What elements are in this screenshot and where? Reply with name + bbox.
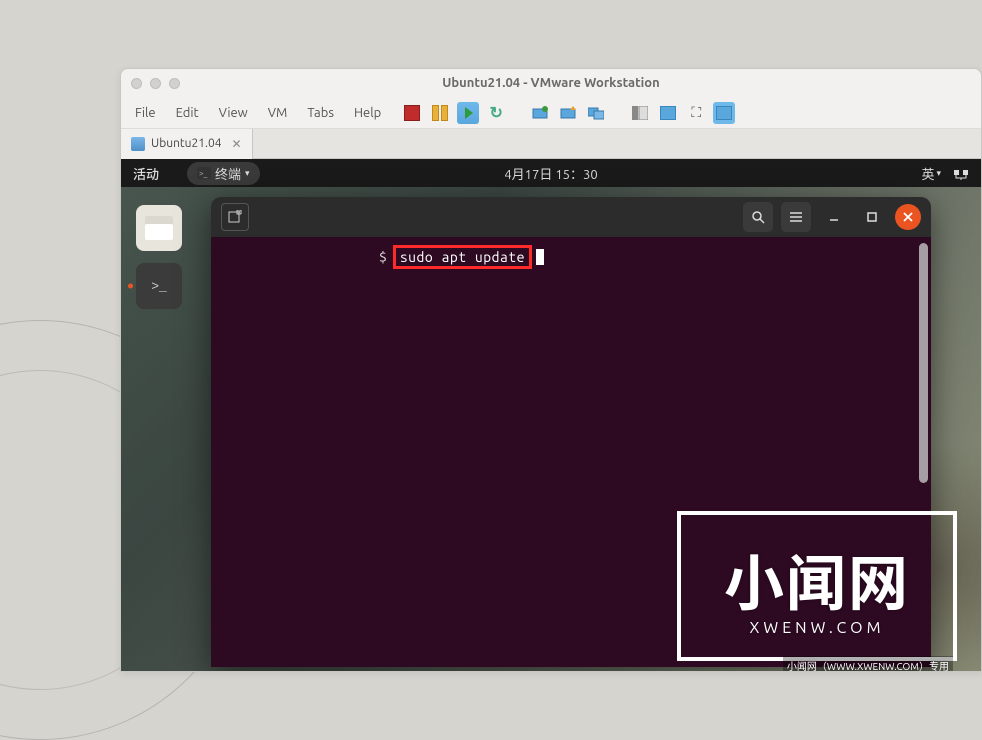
snapshot-manager-icon[interactable]	[585, 102, 607, 124]
menu-vm[interactable]: VM	[260, 102, 296, 124]
fullscreen-icon[interactable]	[685, 102, 707, 124]
toolbar	[401, 102, 735, 124]
maximize-button[interactable]	[857, 202, 887, 232]
new-tab-icon	[228, 210, 242, 224]
close-icon	[902, 211, 914, 223]
suspend-icon[interactable]	[429, 102, 451, 124]
vm-tab-label: Ubuntu21.04	[151, 137, 222, 150]
thumbnail-icon[interactable]	[657, 102, 679, 124]
running-indicator-icon	[128, 284, 133, 289]
menu-tabs[interactable]: Tabs	[299, 102, 342, 124]
window-title: Ubuntu21.04 - VMware Workstation	[121, 76, 981, 90]
network-icon[interactable]	[953, 166, 969, 180]
restart-icon[interactable]	[485, 102, 507, 124]
snapshot-revert-icon[interactable]	[557, 102, 579, 124]
dock-terminal-icon[interactable]	[136, 263, 182, 309]
activities-button[interactable]: 活动	[133, 164, 159, 183]
menu-view[interactable]: View	[211, 102, 256, 124]
minimize-icon	[828, 211, 840, 223]
menu-file[interactable]: File	[127, 102, 164, 124]
watermark-domain: XWENW.COM	[750, 619, 885, 637]
cursor-icon	[536, 249, 544, 265]
hamburger-icon	[789, 211, 803, 223]
gnome-topbar: 活动 >_ 终端 ▾ 4月17日 15：30 英 ▾	[121, 159, 981, 187]
power-off-icon[interactable]	[401, 102, 423, 124]
unity-icon[interactable]	[713, 102, 735, 124]
menu-help[interactable]: Help	[346, 102, 389, 124]
maximize-icon	[866, 211, 878, 223]
dock-files-icon[interactable]	[136, 205, 182, 251]
chevron-down-icon: ▾	[245, 168, 250, 179]
new-tab-button[interactable]	[221, 203, 249, 231]
watermark: 小闻网 XWENW.COM 小闻网（WWW.XWENW.COM）专用	[677, 511, 957, 661]
ime-label: 英	[921, 164, 934, 183]
input-method-indicator[interactable]: 英 ▾	[921, 164, 941, 183]
close-button[interactable]	[895, 204, 921, 230]
search-icon	[751, 210, 765, 224]
clock[interactable]: 4月17日 15：30	[504, 164, 597, 183]
watermark-title: 小闻网	[724, 536, 910, 623]
terminal-line: $ sudo apt update	[379, 245, 544, 269]
snapshot-take-icon[interactable]	[529, 102, 551, 124]
prompt-symbol: $	[379, 249, 387, 265]
terminal-headerbar[interactable]	[211, 197, 931, 237]
menubar: File Edit View VM Tabs Help	[121, 97, 981, 129]
vmware-window: Ubuntu21.04 - VMware Workstation File Ed…	[120, 68, 982, 672]
vm-tab[interactable]: Ubuntu21.04 ✕	[121, 129, 253, 159]
show-console-icon[interactable]	[629, 102, 651, 124]
watermark-note: 小闻网（WWW.XWENW.COM）专用	[783, 656, 953, 671]
vm-tabbar: Ubuntu21.04 ✕	[121, 129, 981, 159]
app-menu[interactable]: >_ 终端 ▾	[187, 162, 260, 185]
minimize-button[interactable]	[819, 202, 849, 232]
hamburger-menu-button[interactable]	[781, 202, 811, 232]
chevron-down-icon: ▾	[936, 168, 941, 179]
vm-tab-monitor-icon	[131, 137, 145, 151]
app-menu-label: 终端	[215, 164, 241, 183]
command-text: sudo apt update	[393, 245, 532, 269]
search-button[interactable]	[743, 202, 773, 232]
tab-close-icon[interactable]: ✕	[232, 137, 242, 151]
terminal-scrollbar[interactable]	[919, 243, 928, 483]
guest-desktop: 活动 >_ 终端 ▾ 4月17日 15：30 英 ▾	[121, 159, 981, 671]
play-icon[interactable]	[457, 102, 479, 124]
dock	[129, 197, 189, 317]
status-area[interactable]: 英 ▾	[921, 164, 969, 183]
titlebar[interactable]: Ubuntu21.04 - VMware Workstation	[121, 69, 981, 97]
menu-edit[interactable]: Edit	[168, 102, 207, 124]
svg-text:>_: >_	[199, 169, 208, 178]
terminal-small-icon: >_	[197, 167, 211, 179]
